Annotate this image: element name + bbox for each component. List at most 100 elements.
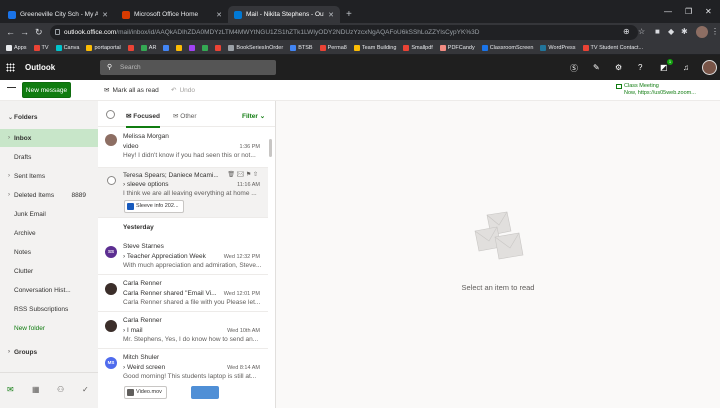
bookmark-item[interactable] — [163, 45, 170, 51]
attachment-chip[interactable]: Sleeve info 202... — [124, 200, 184, 213]
empty-envelopes-icon — [474, 211, 524, 260]
bookmark-item[interactable]: Apps — [6, 45, 27, 51]
list-item[interactable]: Carla Renner Carla Renner shared "Email … — [98, 275, 268, 312]
list-item[interactable]: Melissa Morgan video 1:36 PM Hey! I didn… — [98, 128, 268, 168]
restore-icon[interactable]: ❐ — [685, 7, 692, 16]
folders-header[interactable]: ⌄ Folders — [0, 108, 98, 126]
outlook-header: Outlook ⚲ Search Ⓢ ✎ ⚙ ? ◩ 1 ♫ — [0, 55, 720, 80]
row-action-icons[interactable]: 🗑 ✉ ⚑ ⇧ — [227, 171, 258, 178]
undo-button[interactable]: ↶ Undo — [171, 86, 195, 95]
bookmark-item[interactable]: Perma8 — [319, 45, 347, 51]
sidebar-item-notes[interactable]: Notes — [0, 243, 98, 261]
bookmark-item[interactable] — [215, 45, 222, 51]
attachment-chip[interactable]: Video.mov — [124, 386, 167, 399]
browser-tab-office-home[interactable]: Microsoft Office Home ✕ — [116, 6, 228, 23]
browser-tab-my-apps[interactable]: Greeneville City Sch - My Apps ✕ — [2, 6, 114, 23]
bookmark-favicon-icon — [228, 45, 235, 51]
favicon-icon — [8, 10, 16, 19]
bookmark-item[interactable]: WordPress — [540, 45, 576, 51]
extension-icon[interactable]: ◆ — [668, 27, 674, 36]
tab-other[interactable]: ✉ Other — [173, 112, 197, 120]
envelope-open-icon: ✉ — [104, 87, 110, 94]
bookmark-item[interactable]: Team Building — [353, 45, 396, 51]
new-message-button[interactable]: New message — [22, 82, 71, 98]
select-radio[interactable] — [107, 176, 116, 185]
sender-avatar — [105, 283, 117, 295]
app-launcher-icon[interactable] — [6, 63, 15, 72]
bookmark-item[interactable]: Canva — [55, 45, 79, 51]
tab-focused[interactable]: ✉ Focused — [126, 112, 160, 128]
profile-avatar[interactable] — [696, 26, 708, 38]
sidebar-item-clutter[interactable]: Clutter — [0, 262, 98, 280]
bookmark-item[interactable]: Smallpdf — [403, 45, 433, 51]
class-meeting-reminder[interactable]: Class Meeting Now, https://us05web.zoom.… — [616, 83, 696, 97]
bookmark-item[interactable] — [176, 45, 183, 51]
list-item[interactable]: Carla Renner › I mail Wed 10th AM Mr. St… — [98, 312, 268, 349]
word-file-icon — [127, 203, 134, 210]
sidebar-item-sent-items[interactable]: › Sent Items — [0, 167, 98, 185]
megaphone-icon[interactable]: ◩ — [660, 63, 668, 72]
reload-icon[interactable]: ↻ — [35, 27, 43, 38]
new-folder-link[interactable]: New folder — [0, 319, 98, 337]
address-bar[interactable]: outlook.office.com/mail/inbox/id/AAQkADI… — [50, 25, 638, 40]
bookmark-star-icon[interactable]: ☆ — [638, 27, 645, 36]
account-avatar[interactable] — [702, 60, 717, 75]
tasks-icon[interactable]: ✓ — [82, 385, 89, 394]
minimize-icon[interactable]: — — [664, 7, 672, 16]
bookmark-item[interactable] — [127, 45, 134, 51]
sidebar-item-junk-email[interactable]: Junk Email — [0, 205, 98, 223]
skype-icon[interactable]: Ⓢ — [570, 63, 578, 74]
people-icon[interactable]: ⚇ — [57, 385, 64, 394]
bookmark-item[interactable]: AR — [140, 45, 156, 51]
bookmark-item[interactable]: TV Student Contact... — [582, 45, 643, 51]
bell-icon[interactable]: ♫ — [683, 63, 689, 72]
my-day-icon[interactable]: ✎ — [593, 63, 600, 72]
back-icon[interactable]: ← — [6, 27, 15, 37]
search-input[interactable]: ⚲ Search — [100, 60, 276, 75]
calendar-icon — [616, 84, 622, 89]
bookmark-item[interactable]: ClassroomScreen — [481, 45, 533, 51]
sidebar-item-conversation-hist[interactable]: Conversation Hist... — [0, 281, 98, 299]
forward-icon[interactable]: → — [20, 27, 29, 37]
bookmark-favicon-icon — [55, 45, 62, 51]
hamburger-icon[interactable] — [7, 87, 16, 88]
sidebar-item-inbox[interactable]: › Inbox — [0, 129, 98, 147]
list-item[interactable]: MS Mitch Shuler › Weird screen Wed 8:14 … — [98, 349, 268, 408]
new-tab-button[interactable]: + — [346, 9, 352, 20]
menu-dots-icon[interactable]: ⋮ — [711, 27, 719, 36]
select-all-checkbox[interactable] — [106, 110, 115, 119]
sidebar-item-archive[interactable]: Archive — [0, 224, 98, 242]
help-icon[interactable]: ? — [638, 63, 642, 72]
install-icon[interactable]: ⊕ — [623, 27, 630, 36]
bookmark-favicon-icon — [202, 45, 209, 51]
bookmark-item[interactable]: PDFCandy — [439, 45, 475, 51]
sidebar-item-rss-subscriptions[interactable]: RSS Subscriptions — [0, 300, 98, 318]
bookmark-item[interactable]: portaportal — [86, 45, 121, 51]
list-item[interactable]: Teresa Spears; Daniece Mcami... 🗑 ✉ ⚑ ⇧ … — [98, 168, 268, 218]
close-tab-icon[interactable]: ✕ — [102, 11, 108, 19]
close-tab-icon[interactable]: ✕ — [328, 11, 334, 19]
bookmark-item[interactable]: BookSeriesInOrder — [228, 45, 283, 51]
puzzle-icon[interactable]: ✱ — [681, 27, 688, 36]
calendar-icon[interactable]: ▦ — [32, 385, 40, 394]
browser-tab-outlook[interactable]: Mail - Nikita Stephens - Outlook ✕ — [228, 6, 340, 23]
groups-header[interactable]: › Groups — [0, 343, 98, 361]
list-item[interactable]: SS Steve Starnes › Teacher Appreciation … — [98, 238, 268, 275]
filter-button[interactable]: Filter ⌄ — [242, 112, 265, 120]
extension-icon[interactable]: ■ — [655, 27, 660, 36]
bookmark-item[interactable]: TV — [33, 45, 49, 51]
sidebar-item-deleted-items[interactable]: › Deleted Items 8889 — [0, 186, 98, 204]
mail-icon[interactable]: ✉ — [7, 385, 14, 394]
bookmark-item[interactable] — [202, 45, 209, 51]
sidebar-item-drafts[interactable]: Drafts — [0, 148, 98, 166]
chevron-right-icon: › — [123, 253, 126, 260]
settings-gear-icon[interactable]: ⚙ — [615, 63, 622, 72]
bookmark-item[interactable]: BTSB — [290, 45, 313, 51]
bookmark-item[interactable] — [189, 45, 196, 51]
mark-all-read-button[interactable]: ✉ Mark all as read — [104, 86, 159, 95]
close-window-icon[interactable]: ✕ — [705, 7, 712, 16]
list-scrollbar[interactable] — [269, 139, 272, 157]
close-tab-icon[interactable]: ✕ — [216, 11, 222, 19]
bookmark-favicon-icon — [439, 45, 446, 51]
video-thumbnail[interactable] — [191, 386, 219, 399]
